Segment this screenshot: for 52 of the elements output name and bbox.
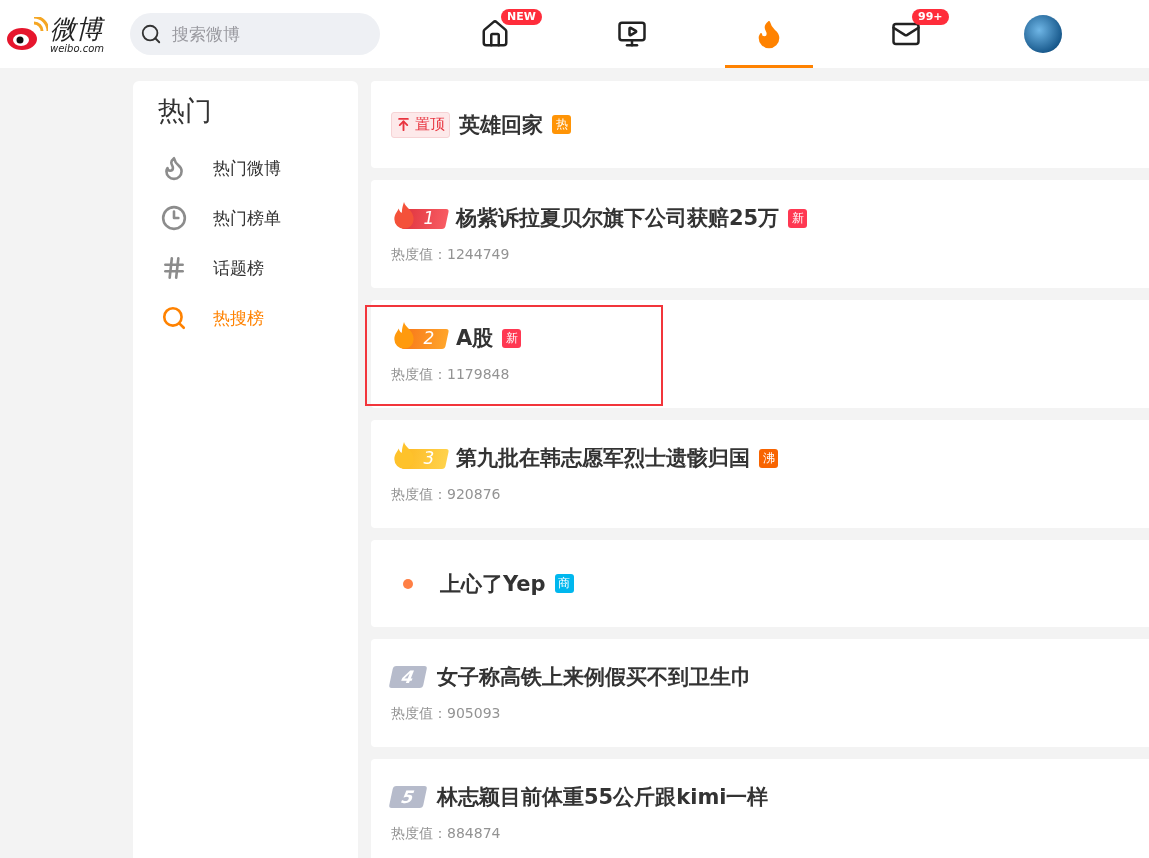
flame-icon <box>391 201 417 231</box>
hot-search-card[interactable]: 1 杨紫诉拉夏贝尔旗下公司获赔25万 新 热度值：1244749 <box>371 180 1149 288</box>
bullet-dot <box>403 578 413 589</box>
hot-search-card[interactable]: 3 第九批在韩志愿军烈士遗骸归国 沸 热度值：920876 <box>371 420 1149 528</box>
heat-value: 热度值：905093 <box>391 705 501 723</box>
tag-label: 商 <box>554 574 574 593</box>
rank-number: 2 <box>422 328 436 348</box>
hash-icon <box>161 255 187 281</box>
nav-tab[interactable]: 99+ <box>862 0 950 68</box>
notification-badge: NEW <box>501 9 542 25</box>
tag-label: 新 <box>788 208 808 228</box>
rank-badge: 4 <box>388 666 428 688</box>
logo-text: 微博 <box>50 14 105 43</box>
logo-icon <box>6 17 48 51</box>
topic-title[interactable]: 英雄回家 <box>459 110 543 139</box>
arrow-up-icon <box>396 117 411 132</box>
topic-title[interactable]: A股 <box>456 324 494 352</box>
video-icon <box>617 19 647 49</box>
notification-badge: 99+ <box>912 9 949 25</box>
clock-icon <box>161 205 187 231</box>
logo-domain: weibo.com <box>50 42 105 54</box>
topic-title[interactable]: 上心了Yep <box>440 569 546 598</box>
search-icon <box>140 23 162 45</box>
hot-search-card[interactable]: 4 女子称高铁上来例假买不到卫生巾 热度值：905093 <box>371 639 1149 747</box>
rank-badge: 5 <box>388 786 428 808</box>
tag-label: 沸 <box>759 448 778 468</box>
rank-number: 3 <box>422 448 436 468</box>
pinned-label: 置顶 <box>391 111 450 138</box>
search-icon <box>161 305 187 331</box>
heat-value: 热度值：920876 <box>391 486 501 504</box>
sidebar-item[interactable]: 热门榜单 <box>158 193 358 243</box>
flame-icon <box>391 321 417 351</box>
home-icon <box>480 19 510 49</box>
sidebar-item[interactable]: 热门微博 <box>158 143 358 193</box>
rank-number: 1 <box>422 208 436 228</box>
heat-value: 热度值：1244749 <box>391 246 510 264</box>
topic-title[interactable]: 杨紫诉拉夏贝尔旗下公司获赔25万 <box>456 204 780 232</box>
sidebar-item[interactable]: 话题榜 <box>158 243 358 293</box>
hot-search-card[interactable]: 5 林志颖目前体重55公斤跟kimi一样 热度值：884874 <box>371 759 1149 858</box>
tag-label: 热 <box>552 115 571 134</box>
nav-tab[interactable]: NEW <box>451 0 539 68</box>
topic-title[interactable]: 第九批在韩志愿军烈士遗骸归国 <box>456 444 750 472</box>
hot-search-card[interactable]: 上心了Yep 商 <box>371 540 1149 627</box>
sidebar-title: 热门 <box>158 94 213 128</box>
hot-search-card[interactable]: 置顶 英雄回家 热 <box>371 81 1149 168</box>
tag-label: 新 <box>502 328 522 348</box>
avatar[interactable] <box>1024 15 1062 53</box>
heat-value: 热度值：884874 <box>391 825 501 843</box>
topic-title[interactable]: 女子称高铁上来例假买不到卫生巾 <box>437 663 752 691</box>
topic-title[interactable]: 林志颖目前体重55公斤跟kimi一样 <box>437 783 769 811</box>
heat-value: 热度值：1179848 <box>391 366 510 384</box>
search-field[interactable]: 搜索微博 <box>130 13 380 55</box>
